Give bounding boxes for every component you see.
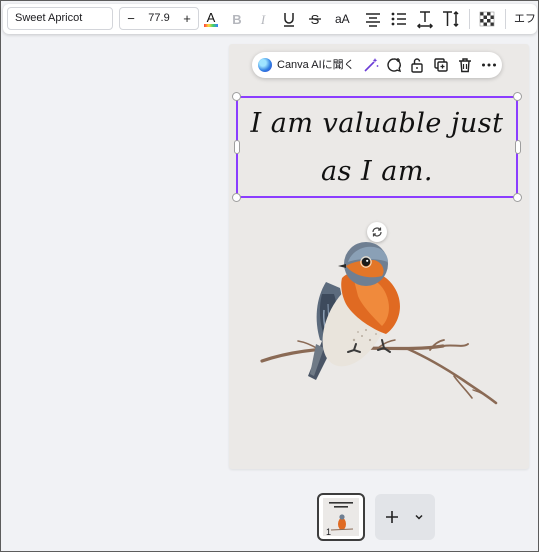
delete-icon[interactable] <box>456 56 474 74</box>
plus-icon <box>386 511 398 523</box>
resize-handle-left[interactable] <box>234 140 240 154</box>
font-size-input[interactable]: 77.9 <box>140 8 178 29</box>
strikethrough-icon[interactable]: S <box>305 9 325 29</box>
decrease-font-size-button[interactable]: − <box>122 8 140 29</box>
resize-handle-top-left[interactable] <box>232 92 241 101</box>
comment-icon[interactable] <box>385 56 403 74</box>
list-icon[interactable] <box>389 9 409 29</box>
selection-box <box>236 96 518 198</box>
italic-icon[interactable]: I <box>253 9 273 29</box>
chevron-down-icon[interactable] <box>413 511 425 523</box>
underline-icon[interactable] <box>279 9 299 29</box>
canva-ai-label: Canva AIに聞く <box>277 59 355 71</box>
toolbar-divider <box>505 9 506 29</box>
resize-handle-right[interactable] <box>515 140 521 154</box>
transparency-icon[interactable] <box>477 9 497 29</box>
resize-handle-bottom-right[interactable] <box>513 193 522 202</box>
svg-text:I: I <box>260 12 266 27</box>
increase-font-size-button[interactable]: + <box>178 8 196 29</box>
letter-case-button[interactable]: aA <box>335 10 350 28</box>
effects-button[interactable]: エフ <box>514 10 536 28</box>
add-page-button[interactable] <box>375 494 435 540</box>
text-toolbar: Sweet Apricot − 77.9 + A B I S aA エフ <box>3 4 537 34</box>
canva-ai-logo-icon <box>258 58 272 72</box>
element-context-bar: Canva AIに聞く <box>252 52 502 78</box>
page-number: 1 <box>326 527 332 537</box>
more-icon[interactable] <box>480 56 498 74</box>
svg-text:A: A <box>207 10 216 25</box>
duplicate-icon[interactable] <box>432 56 450 74</box>
page-thumbnail[interactable]: 1 <box>317 493 365 541</box>
text-color-icon[interactable]: A <box>201 9 221 29</box>
font-size-stepper: − 77.9 + <box>119 7 199 30</box>
lock-icon[interactable] <box>408 56 426 74</box>
font-family-dropdown[interactable]: Sweet Apricot <box>7 7 113 30</box>
letter-spacing-icon[interactable] <box>415 9 435 29</box>
align-center-icon[interactable] <box>363 9 383 29</box>
line-height-icon[interactable] <box>441 9 461 29</box>
resize-handle-bottom-left[interactable] <box>232 193 241 202</box>
svg-text:B: B <box>232 12 241 27</box>
magic-write-icon[interactable] <box>362 56 380 74</box>
resize-handle-top-right[interactable] <box>513 92 522 101</box>
bold-icon[interactable]: B <box>227 9 247 29</box>
robin-bird-image[interactable] <box>258 240 502 410</box>
rotate-handle[interactable] <box>367 222 387 242</box>
toolbar-divider <box>469 9 470 29</box>
